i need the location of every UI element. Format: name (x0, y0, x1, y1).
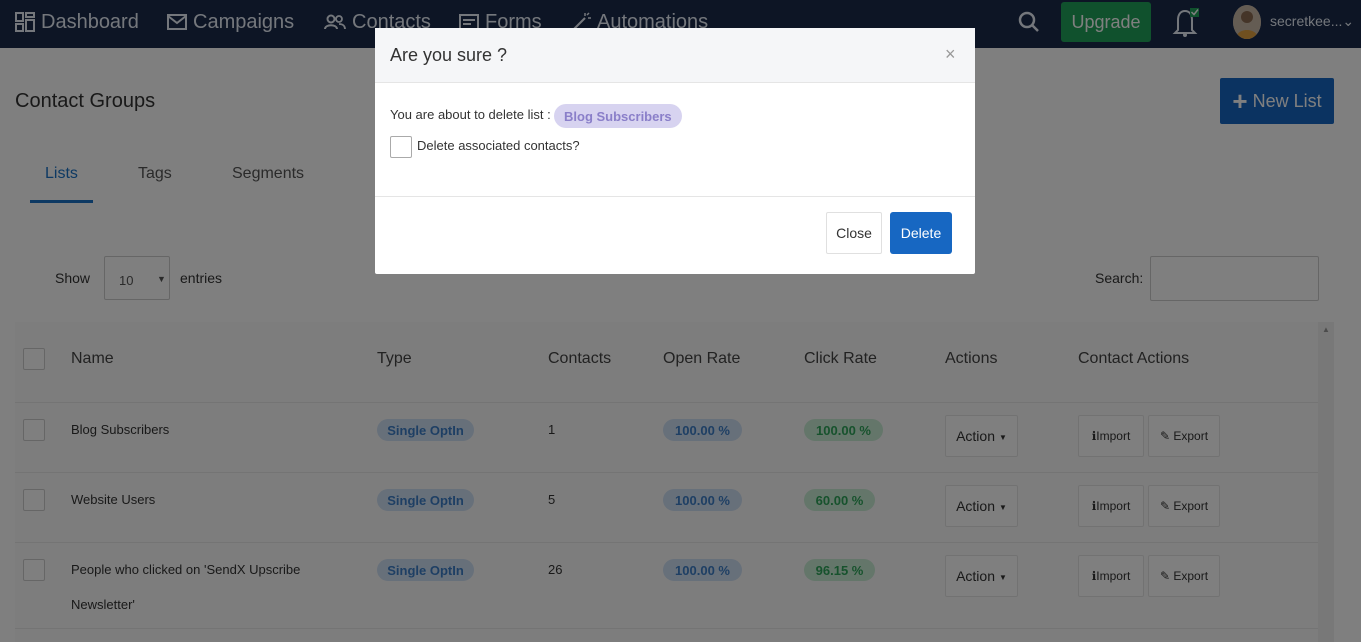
delete-button[interactable]: Delete (890, 212, 952, 254)
close-button[interactable]: Close (826, 212, 882, 254)
delete-contacts-checkbox[interactable] (390, 136, 412, 158)
list-name-badge: Blog Subscribers (554, 104, 682, 128)
confirm-delete-modal: Are you sure ? × You are about to delete… (375, 28, 975, 274)
modal-message: You are about to delete list : (390, 107, 551, 122)
modal-divider (375, 196, 975, 197)
modal-header: Are you sure ? × (375, 28, 975, 83)
close-icon[interactable]: × (945, 44, 956, 65)
modal-title: Are you sure ? (390, 45, 508, 65)
delete-contacts-label[interactable]: Delete associated contacts? (417, 138, 580, 153)
